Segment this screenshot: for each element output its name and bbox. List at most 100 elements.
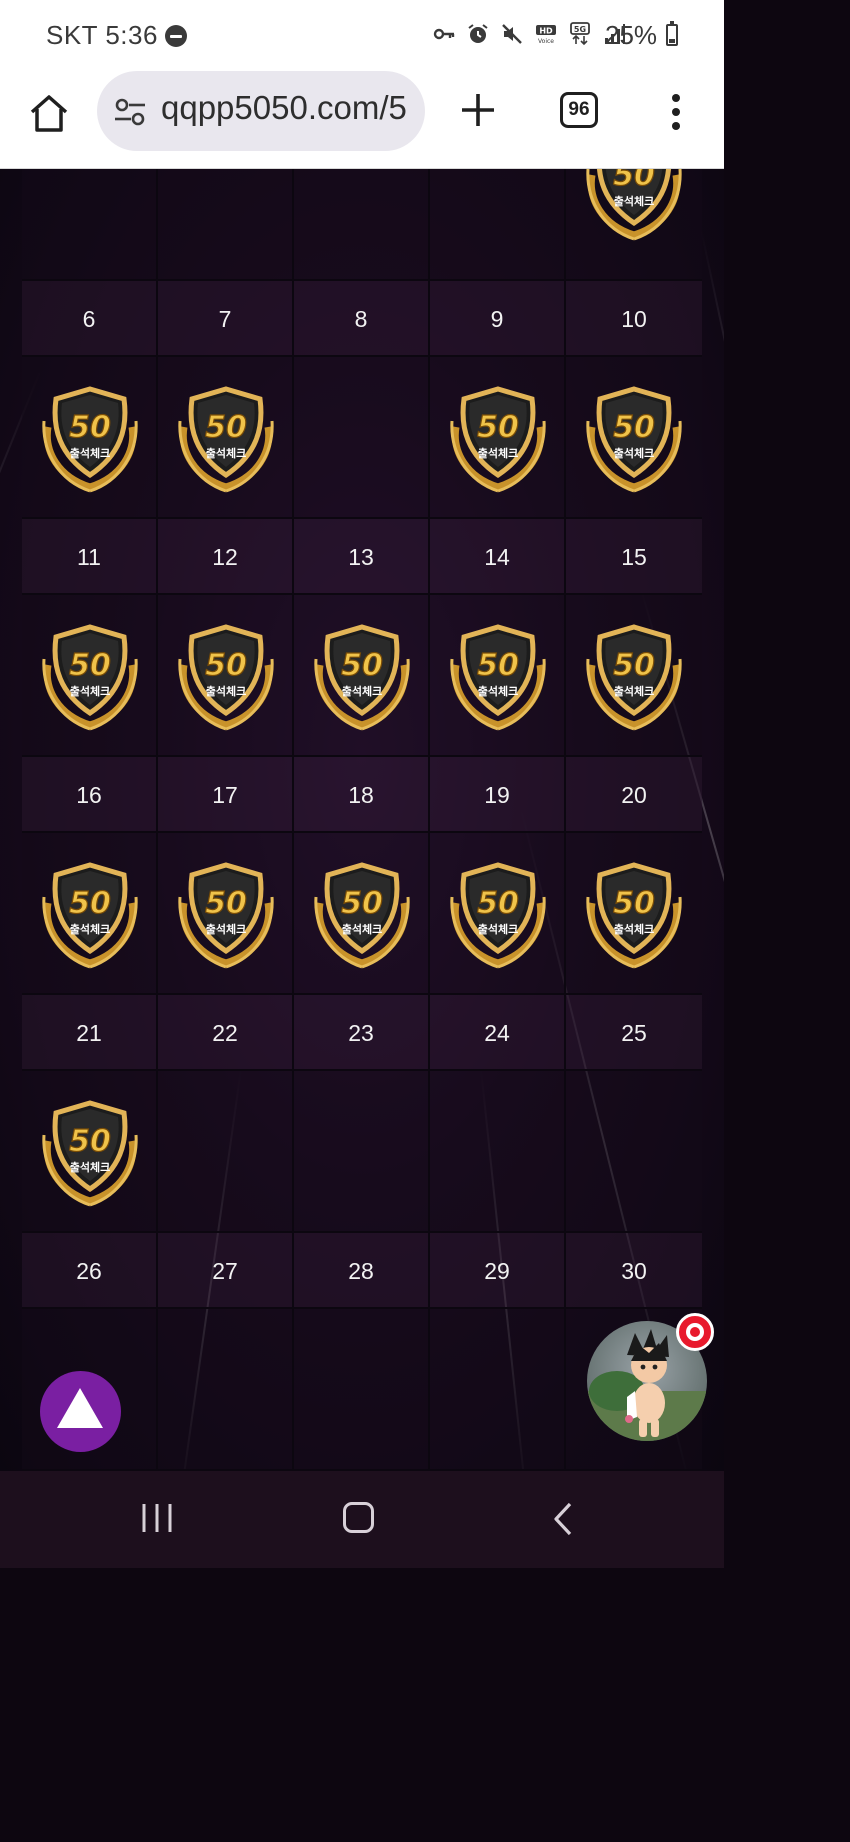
calendar-day-cell[interactable] [566, 1071, 702, 1233]
alarm-icon [468, 24, 488, 43]
badge-number: 50 [205, 886, 247, 921]
calendar-day-cell[interactable] [22, 169, 158, 281]
attendance-badge-icon: 50출석체크 [178, 386, 274, 493]
calendar-day-cell[interactable]: 50 출석체크 [566, 595, 702, 757]
5g-icon: 5G [570, 22, 590, 46]
badge-label: 출석체크 [614, 194, 654, 208]
calendar-badge-row: 50 출석체크 [22, 169, 702, 281]
calendar-date-number: 27 [212, 1258, 238, 1284]
calendar-date-number: 16 [76, 782, 102, 808]
browser-toolbar: qqpp5050.com/5 96 [0, 70, 724, 169]
calendar-day-cell[interactable]: 50 출석체크 [294, 595, 430, 757]
badge-label: 출석체크 [614, 446, 654, 460]
attendance-badge-icon: 50출석체크 [42, 1100, 138, 1207]
calendar-date-row: 16 17 18 19 20 [22, 757, 702, 833]
attendance-badge-icon: 50출석체크 [450, 624, 546, 731]
system-nav-bar [0, 1471, 724, 1568]
svg-text:5G: 5G [574, 25, 586, 34]
tab-switcher-button[interactable]: 96 [560, 92, 598, 128]
attendance-badge-icon: 50출석체크 [42, 624, 138, 731]
calendar-day-cell[interactable]: 50 출석체크 [158, 833, 294, 995]
badge-label: 출석체크 [478, 446, 518, 460]
calendar-date-cell: 26 [22, 1233, 158, 1309]
calendar-day-cell[interactable] [158, 1071, 294, 1233]
recents-button[interactable] [140, 1501, 174, 1535]
attendance-calendar-page[interactable]: 50 출석체크 6 7 8 9 10 50 출석체크 50 출석체크 50 출석체크 50 출석체크 11 12… [0, 169, 724, 1471]
attendance-badge-icon: 50출석체크 [42, 386, 138, 493]
calendar-day-cell[interactable]: 50 출석체크 [294, 833, 430, 995]
attendance-badge-icon: 50출석체크 [586, 386, 682, 493]
calendar-day-cell[interactable]: 50 출석체크 [22, 357, 158, 519]
calendar-date-cell: 10 [566, 281, 702, 357]
calendar-date-number: 23 [348, 1020, 374, 1046]
status-icons: HD Voice 5G [432, 22, 626, 46]
calendar-day-cell[interactable]: 50 출석체크 [158, 357, 294, 519]
url-text[interactable]: qqpp5050.com/5 [161, 89, 413, 127]
svg-text:Voice: Voice [538, 38, 554, 45]
calendar-date-cell: 25 [566, 995, 702, 1071]
calendar-date-number: 21 [76, 1020, 102, 1046]
badge-label: 출석체크 [478, 684, 518, 698]
dnd-icon [165, 25, 187, 47]
badge-label: 출석체크 [70, 684, 110, 698]
calendar-day-cell[interactable] [294, 169, 430, 281]
calendar-date-cell: 12 [158, 519, 294, 595]
scroll-to-top-button[interactable] [40, 1371, 121, 1452]
battery-icon [666, 21, 678, 46]
calendar-date-number: 8 [354, 306, 368, 332]
calendar-date-cell: 9 [430, 281, 566, 357]
new-tab-button[interactable] [458, 90, 498, 130]
calendar-date-cell: 23 [294, 995, 430, 1071]
calendar-day-cell[interactable]: 50 출석체크 [430, 595, 566, 757]
calendar-date-cell: 14 [430, 519, 566, 595]
calendar-day-cell[interactable]: 50 출석체크 [566, 833, 702, 995]
calendar-date-number: 25 [621, 1020, 647, 1046]
badge-number: 50 [613, 886, 655, 921]
calendar-date-cell: 30 [566, 1233, 702, 1309]
calendar-date-cell: 6 [22, 281, 158, 357]
calendar-date-number: 7 [218, 306, 232, 332]
badge-number: 50 [613, 410, 655, 445]
calendar-day-cell[interactable]: 50 출석체크 [430, 833, 566, 995]
calendar-day-cell[interactable] [294, 1071, 430, 1233]
badge-label: 출석체크 [206, 446, 246, 460]
site-settings-icon[interactable] [113, 98, 147, 126]
calendar-day-cell[interactable]: 50 출석체크 [430, 357, 566, 519]
vpn-key-icon [433, 28, 455, 40]
calendar-day-cell[interactable] [158, 1309, 294, 1471]
badge-number: 50 [613, 648, 655, 683]
calendar-day-cell[interactable]: 50 출석체크 [22, 833, 158, 995]
calendar-day-cell[interactable] [430, 1309, 566, 1471]
home-nav-button[interactable] [343, 1502, 374, 1533]
badge-number: 50 [341, 886, 383, 921]
calendar-date-row: 21 22 23 24 25 [22, 995, 702, 1071]
attendance-badge-icon: 50출석체크 [314, 862, 410, 969]
badge-number: 50 [69, 410, 111, 445]
calendar-date-cell: 29 [430, 1233, 566, 1309]
calendar-day-cell[interactable]: 50 출석체크 [158, 595, 294, 757]
more-options-icon[interactable] [664, 92, 688, 132]
address-bar[interactable]: qqpp5050.com/5 [97, 71, 425, 151]
calendar-day-cell[interactable] [294, 1309, 430, 1471]
calendar-day-cell[interactable]: 50 출석체크 [22, 1071, 158, 1233]
badge-number: 50 [69, 886, 111, 921]
badge-number: 50 [477, 648, 519, 683]
calendar-day-cell[interactable] [294, 357, 430, 519]
calendar-date-number: 15 [621, 544, 647, 570]
calendar-day-cell[interactable] [430, 169, 566, 281]
back-button[interactable] [548, 1501, 578, 1537]
calendar-badge-row: 50 출석체크 50 출석체크 50 출석체크 50 출석체크 50 출석체크 [22, 833, 702, 995]
calendar-day-cell[interactable] [430, 1071, 566, 1233]
record-indicator-icon [676, 1313, 714, 1351]
home-button[interactable] [28, 92, 70, 134]
badge-number: 50 [477, 886, 519, 921]
badge-label: 출석체크 [206, 684, 246, 698]
calendar-day-cell[interactable]: 50 출석체크 [22, 595, 158, 757]
calendar-badge-row: 50 출석체크 50 출석체크 50 출석체크 50 출석체크 [22, 357, 702, 519]
calendar-day-cell[interactable] [158, 169, 294, 281]
calendar-day-cell[interactable]: 50 출석체크 [566, 357, 702, 519]
calendar-day-cell[interactable]: 50 출석체크 [566, 169, 702, 281]
battery-percent: 25% [605, 20, 658, 50]
calendar-date-number: 18 [348, 782, 374, 808]
calendar-date-cell: 8 [294, 281, 430, 357]
